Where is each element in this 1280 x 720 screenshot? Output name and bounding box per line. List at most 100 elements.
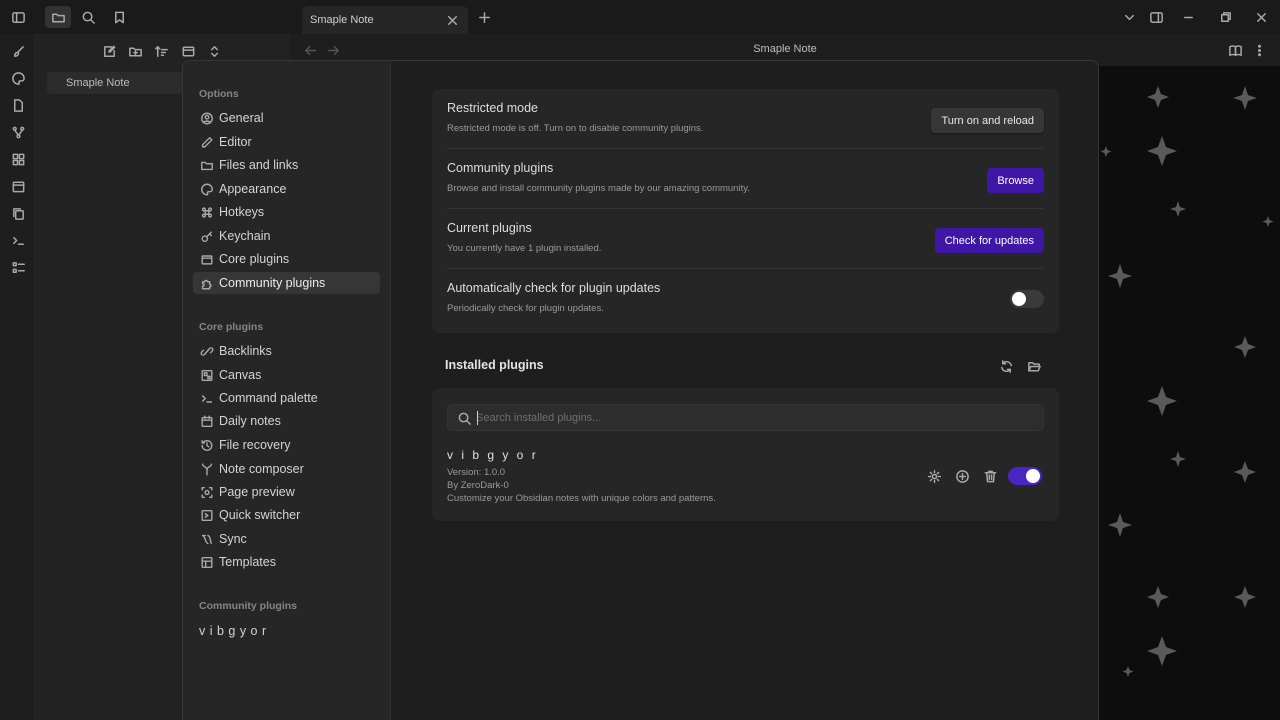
star bbox=[1170, 201, 1186, 217]
trash-icon[interactable] bbox=[982, 468, 998, 484]
merge-icon bbox=[200, 461, 214, 477]
copy-icon[interactable] bbox=[10, 205, 26, 221]
more-options-icon[interactable] bbox=[1251, 42, 1267, 58]
nav-item-label: Page preview bbox=[219, 485, 295, 499]
auto-check-toggle[interactable] bbox=[1010, 290, 1044, 308]
tab-note[interactable]: Smaple Note bbox=[302, 6, 468, 34]
plugin-name: v i b g y o r bbox=[447, 448, 539, 462]
reload-icon[interactable] bbox=[998, 358, 1014, 374]
search-input[interactable] bbox=[476, 409, 1016, 427]
graph-icon[interactable] bbox=[10, 124, 26, 140]
setting-name: Restricted mode bbox=[447, 101, 539, 115]
star bbox=[1234, 586, 1256, 608]
plugin-enable-toggle[interactable] bbox=[1008, 467, 1042, 485]
nav-item-canvas[interactable]: Canvas bbox=[193, 364, 380, 386]
open-folder-icon[interactable] bbox=[1026, 358, 1042, 374]
setting-name: Automatically check for plugin updates bbox=[447, 281, 661, 295]
window-close-icon[interactable] bbox=[1253, 9, 1269, 25]
nav-item-community-plugins[interactable]: Community plugins bbox=[193, 272, 380, 294]
terminal-icon[interactable] bbox=[10, 232, 26, 248]
nav-item-hotkeys[interactable]: Hotkeys bbox=[193, 201, 380, 223]
nav-item-quick-switcher[interactable]: Quick switcher bbox=[193, 504, 380, 526]
installed-plugins-card: v i b g y o r Version: 1.0.0 By ZeroDark… bbox=[432, 388, 1059, 521]
installed-plugins-title: Installed plugins bbox=[445, 358, 544, 372]
terminal-icon bbox=[200, 390, 214, 406]
nav-item-daily-notes[interactable]: Daily notes bbox=[193, 410, 380, 432]
community-plugins-section-title: Community plugins bbox=[199, 600, 297, 612]
nav-item-sync[interactable]: Sync bbox=[193, 528, 380, 550]
collapse-icon[interactable] bbox=[180, 43, 196, 59]
plugin-settings-icon[interactable] bbox=[926, 468, 942, 484]
nav-item-templates[interactable]: Templates bbox=[193, 551, 380, 573]
setting-description: Periodically check for plugin updates. bbox=[447, 303, 604, 314]
nav-item-backlinks[interactable]: Backlinks bbox=[193, 340, 380, 362]
chevron-down-icon[interactable] bbox=[1121, 9, 1137, 25]
nav-item-editor[interactable]: Editor bbox=[193, 131, 380, 153]
nav-item-label: Editor bbox=[219, 135, 252, 149]
minimize-icon[interactable] bbox=[1180, 9, 1196, 25]
calendar-icon bbox=[200, 413, 214, 429]
palette-icon[interactable] bbox=[10, 70, 26, 86]
right-sidebar-icon[interactable] bbox=[1148, 9, 1164, 25]
list-icon[interactable] bbox=[10, 259, 26, 275]
nav-item-appearance[interactable]: Appearance bbox=[193, 178, 380, 200]
star bbox=[1147, 86, 1169, 108]
new-folder-icon[interactable] bbox=[127, 43, 143, 59]
file-icon[interactable] bbox=[10, 97, 26, 113]
close-icon[interactable] bbox=[444, 12, 460, 28]
browse-button[interactable]: Browse bbox=[987, 168, 1044, 193]
title-bar: Smaple Note bbox=[0, 0, 1280, 34]
nav-item-label: Note composer bbox=[219, 462, 304, 476]
plugin-hotkeys-icon[interactable] bbox=[954, 468, 970, 484]
file-item-note[interactable]: Smaple Note bbox=[47, 72, 183, 94]
nav-item-core-plugins[interactable]: Core plugins bbox=[193, 248, 380, 270]
nav-item-files-and-links[interactable]: Files and links bbox=[193, 154, 380, 176]
folder-icon bbox=[200, 157, 214, 173]
folder-icon bbox=[50, 9, 66, 25]
nav-item-label: Community plugins bbox=[219, 276, 326, 290]
plus-icon[interactable] bbox=[476, 9, 492, 25]
restore-icon[interactable] bbox=[1217, 9, 1233, 25]
grid-icon[interactable] bbox=[10, 151, 26, 167]
sort-icon[interactable] bbox=[153, 43, 169, 59]
toggle-knob bbox=[1012, 292, 1026, 306]
star bbox=[1170, 451, 1186, 467]
sidebar-toggle-button[interactable] bbox=[5, 6, 31, 28]
search-button[interactable] bbox=[75, 6, 101, 28]
nav-item-keychain[interactable]: Keychain bbox=[193, 225, 380, 247]
setting-community-plugins: Community plugins Browse and install com… bbox=[447, 149, 1044, 209]
nav-item-vibgyor[interactable]: v i b g y o r bbox=[193, 620, 380, 642]
pencil-icon bbox=[200, 134, 214, 150]
search-installed-plugins[interactable] bbox=[447, 404, 1044, 431]
bookmarks-button[interactable] bbox=[106, 6, 132, 28]
puzzle-icon bbox=[200, 275, 214, 291]
setting-description: Restricted mode is off. Turn on to disab… bbox=[447, 123, 704, 134]
calendar-icon[interactable] bbox=[10, 178, 26, 194]
nav-item-command-palette[interactable]: Command palette bbox=[193, 387, 380, 409]
search-icon bbox=[456, 410, 472, 426]
nav-item-label: Canvas bbox=[219, 368, 262, 382]
palette-icon bbox=[200, 181, 214, 197]
brush-icon[interactable] bbox=[10, 43, 26, 59]
chevrons-icon[interactable] bbox=[206, 43, 222, 59]
nav-item-label: General bbox=[219, 111, 264, 125]
ribbon bbox=[0, 34, 36, 720]
nav-item-note-composer[interactable]: Note composer bbox=[193, 458, 380, 480]
new-note-icon[interactable] bbox=[101, 43, 117, 59]
nav-item-label: Appearance bbox=[219, 182, 287, 196]
nav-item-page-preview[interactable]: Page preview bbox=[193, 481, 380, 503]
nav-item-file-recovery[interactable]: File recovery bbox=[193, 434, 380, 456]
starry-background bbox=[1098, 66, 1280, 720]
reading-view-icon[interactable] bbox=[1227, 42, 1243, 58]
link-icon bbox=[200, 343, 214, 359]
gear-circle-icon bbox=[200, 110, 214, 126]
plugin-description: Customize your Obsidian notes with uniqu… bbox=[447, 493, 716, 504]
nav-item-label: Files and links bbox=[219, 158, 299, 172]
toggle-knob bbox=[1026, 469, 1040, 483]
check-for-updates-button[interactable]: Check for updates bbox=[934, 228, 1044, 253]
nav-item-general[interactable]: General bbox=[193, 107, 380, 129]
nav-item-label: Sync bbox=[219, 532, 247, 546]
file-explorer-button[interactable] bbox=[45, 6, 71, 28]
setting-current-plugins: Current plugins You currently have 1 plu… bbox=[447, 209, 1044, 269]
turn-on-and-reload-button[interactable]: Turn on and reload bbox=[931, 108, 1044, 133]
